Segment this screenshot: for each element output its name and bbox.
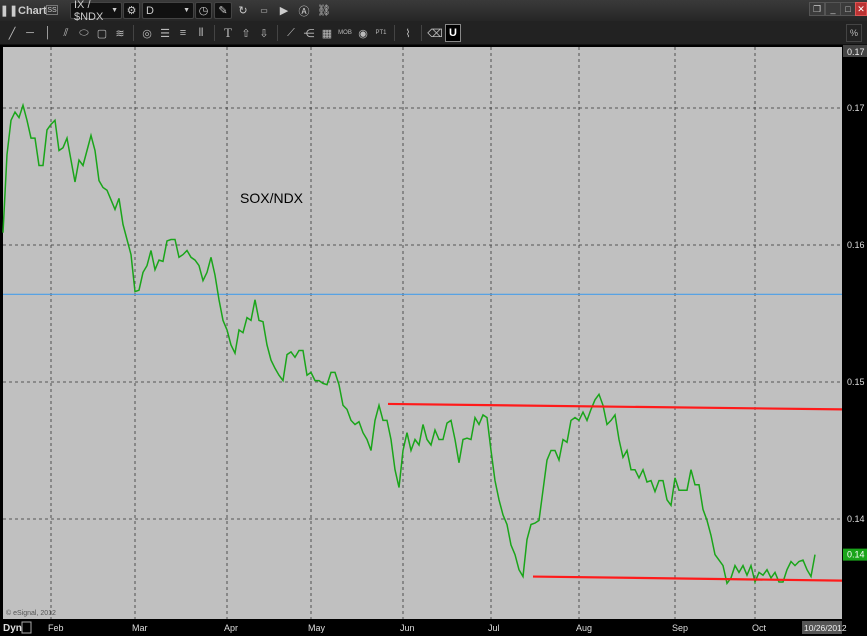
y-tick-label: 0.14 (847, 514, 865, 524)
text-icon[interactable]: T (220, 24, 236, 42)
settings-percent-icon[interactable]: % (846, 24, 862, 42)
cycle-icon[interactable]: ⌇ (400, 24, 416, 42)
x-tick-label: Apr (224, 623, 238, 633)
divider (133, 25, 134, 41)
link-icon[interactable]: ⛓ (317, 0, 331, 21)
y-tick-label: 0.15 (847, 377, 865, 387)
lines-icon[interactable]: ≡ (175, 24, 191, 42)
chevron-down-icon: ▼ (183, 7, 190, 14)
y-tick-label: 0.17 (847, 103, 865, 113)
dyn-label: Dyn (3, 623, 22, 634)
link-badge[interactable]: SS (46, 5, 58, 15)
symbol-settings-icon[interactable]: ⚙ (123, 2, 140, 19)
symbol-input[interactable]: IX / $NDX ▼ (70, 0, 122, 23)
pt-icon[interactable]: PT1 (373, 24, 389, 42)
clock-icon[interactable]: ◷ (195, 2, 212, 19)
copyright: © eSignal, 2012 (6, 609, 56, 617)
x-tick-label: Aug (576, 623, 592, 633)
eye-icon[interactable]: ◉ (355, 24, 371, 42)
pencil-icon[interactable]: ✎ (214, 2, 232, 19)
gann-icon[interactable]: ⟋ (283, 24, 299, 42)
divider (421, 25, 422, 41)
mob-icon[interactable]: MOB (337, 24, 353, 42)
fan-icon[interactable]: ⋲ (301, 24, 317, 42)
horizontal-line-icon[interactable]: ─ (22, 24, 38, 42)
drawing-toolbar: ╱ ─ │ ⫽ ⬭ ▢ ≋ ◎ ☰ ≡ ⦀ T ⇧ ⇩ ⟋ ⋲ ▦ MOB ◉ … (0, 21, 867, 45)
eraser-icon[interactable]: ⌫ (427, 24, 443, 42)
arrow-down-icon[interactable]: ⇩ (256, 24, 272, 42)
vertical-line-icon[interactable]: │ (40, 24, 56, 42)
title-bar: ❚❚ Chart SS IX / $NDX ▼ ⚙ D ▼ ◷ ✎ ↻ ▭ ▶ Ⓐ … (0, 0, 867, 23)
ellipse-icon[interactable]: ⬭ (76, 24, 92, 42)
rectangle-icon[interactable]: ▢ (94, 24, 110, 42)
horizontal-lines-icon[interactable]: ☰ (157, 24, 173, 42)
x-tick-label: Sep (672, 623, 688, 633)
top-axis-label: 0.17 (847, 47, 865, 57)
divider (277, 25, 278, 41)
vertical-lines-icon[interactable]: ⦀ (193, 24, 209, 42)
fib-icon[interactable]: ⫽ (58, 24, 74, 42)
grid-icon[interactable]: ▦ (319, 24, 335, 42)
x-tick-label: Oct (752, 623, 767, 633)
current-value-label: 0.14 (847, 550, 865, 560)
x-tick-label: Mar (132, 623, 148, 633)
channel-icon[interactable]: ≋ (112, 24, 128, 42)
y-tick-label: 0.16 (847, 240, 865, 250)
divider (214, 25, 215, 41)
chart-title: SOX/NDX (240, 190, 304, 206)
window-title: Chart (18, 4, 47, 17)
circle-target-icon[interactable]: ◎ (139, 24, 155, 42)
plot-area (3, 47, 842, 619)
close-button[interactable]: ✕ (855, 2, 867, 16)
play-icon[interactable]: ▶ (277, 0, 291, 21)
interval-input[interactable]: D ▼ (142, 2, 194, 19)
alert-icon[interactable]: Ⓐ (297, 0, 311, 21)
date-label: 10/26/2012 (804, 623, 847, 633)
quote-icon[interactable]: ▭ (257, 0, 271, 21)
x-tick-label: Jun (400, 623, 415, 633)
restore-button[interactable]: ❐ (809, 2, 825, 16)
minimize-button[interactable]: _ (825, 2, 841, 16)
chevron-down-icon: ▼ (111, 7, 118, 14)
arrow-up-icon[interactable]: ⇧ (238, 24, 254, 42)
x-tick-label: May (308, 623, 326, 633)
line-icon[interactable]: ╱ (4, 24, 20, 42)
x-tick-label: Jul (488, 623, 500, 633)
maximize-button[interactable]: □ (840, 2, 856, 16)
refresh-icon[interactable]: ↻ (236, 0, 250, 21)
drag-handle-icon[interactable]: ❚❚ (0, 0, 18, 21)
price-chart[interactable]: Feb Mar Apr May Jun Jul Aug Sep Oct 0.17 0.16 0.15… (0, 45, 867, 636)
interval-value: D (146, 4, 154, 17)
divider (394, 25, 395, 41)
magnet-icon[interactable]: U (445, 24, 461, 42)
x-tick-label: Feb (48, 623, 64, 633)
